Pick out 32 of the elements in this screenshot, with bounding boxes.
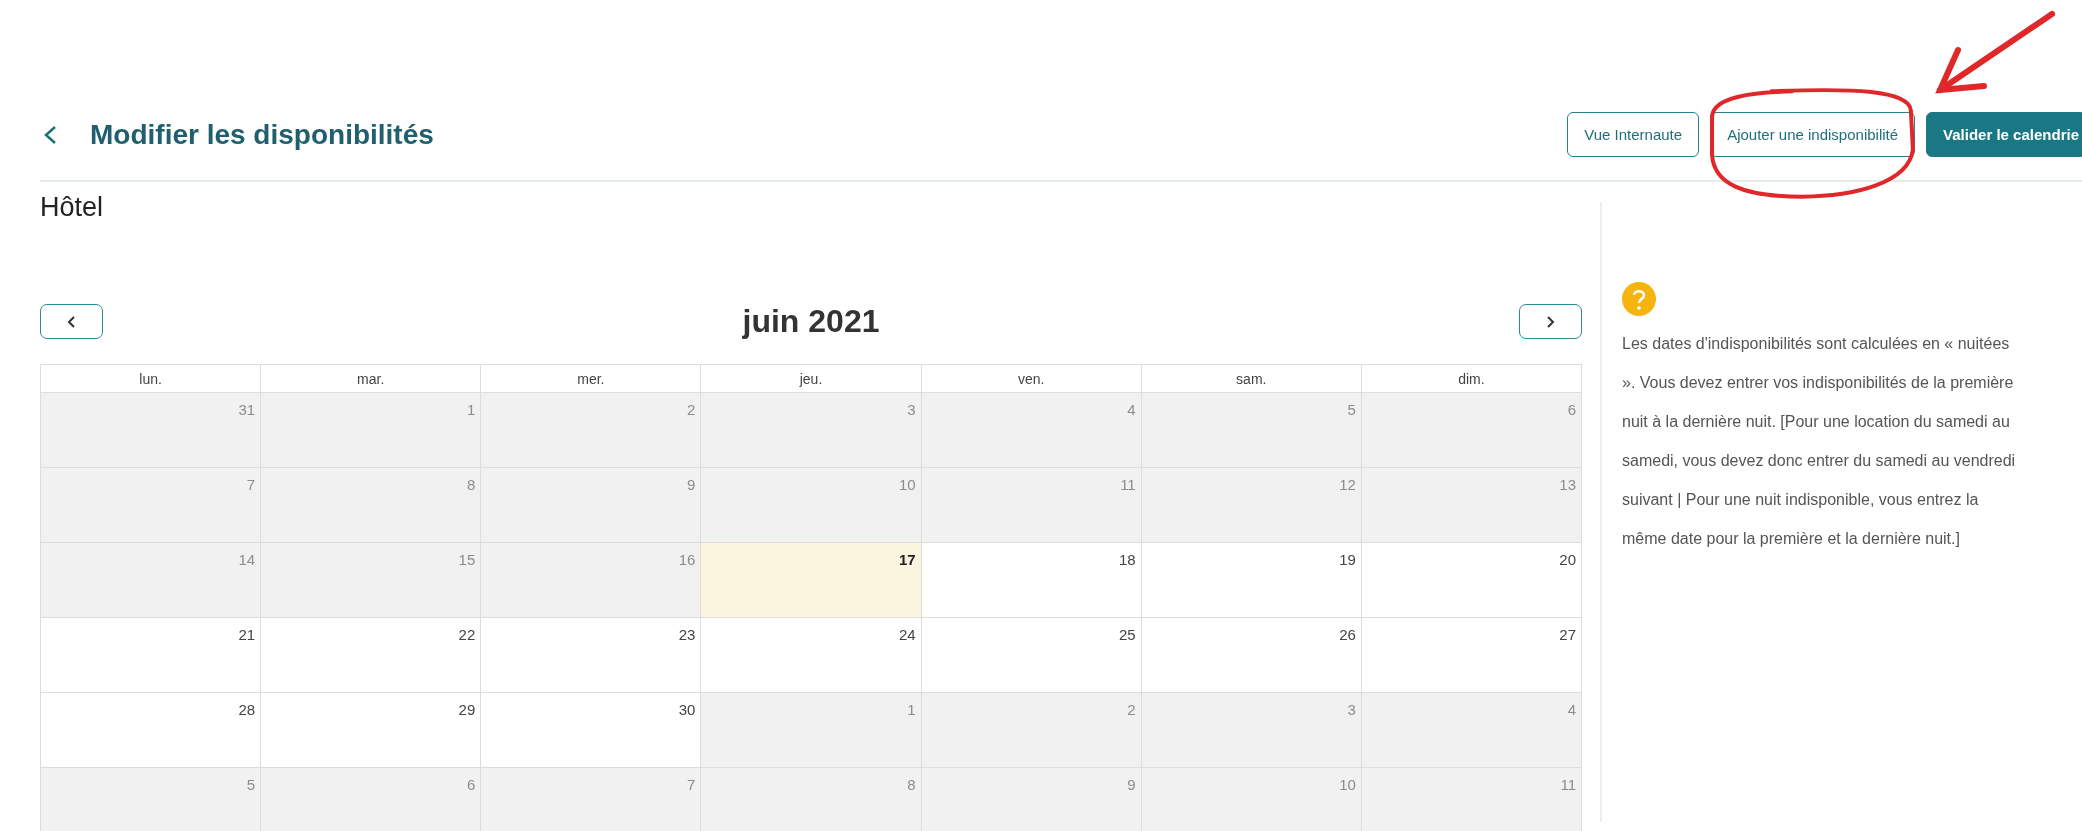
weekday-header: sam. [1141,364,1362,393]
calendar-day-cell[interactable]: 19 [1141,542,1362,618]
calendar-day-cell[interactable]: 21 [40,617,261,693]
weekday-header: dim. [1361,364,1582,393]
section-title: Hôtel [40,192,105,224]
calendar-day-cell[interactable]: 25 [921,617,1142,693]
weekday-header: mer. [480,364,701,393]
calendar-day-cell[interactable]: 24 [700,617,922,693]
calendar-day-cell[interactable]: 28 [40,692,261,768]
calendar-day-cell[interactable]: 26 [1141,617,1362,693]
header-button[interactable]: Vue Internaute [1567,112,1700,157]
weekday-header: mar. [260,364,481,393]
calendar-day-cell[interactable]: 29 [260,692,481,768]
weekday-header: lun. [40,364,261,393]
help-icon [1622,282,1656,316]
next-month-button[interactable] [1519,304,1582,339]
calendar-day-cell[interactable]: 22 [260,617,481,693]
calendar-day-cell[interactable]: 30 [480,692,701,768]
calendar-day-cell[interactable]: 27 [1361,617,1582,693]
calendar-day-cell[interactable]: 18 [921,542,1142,618]
chevron-left-icon [65,314,78,329]
month-title: juin 2021 [742,303,880,340]
weekday-header: ven. [921,364,1142,393]
chevron-right-icon [1544,314,1557,329]
help-text: Les dates d'indisponibilités sont calculées en « nuitées ». Vous devez entrer vos indisponibilités de la première nuit à la dernière nuit. [Pour une location du samedi au samedi, vous devez donc entrer du samedi au vendredi suivant | Pour une nuit indisponible, vous entrez la même date pour la première et la dernière nuit.] [1622,334,2017,549]
calendar-day-cell[interactable]: 23 [480,617,701,693]
weekday-header: jeu. [700,364,922,393]
validate-button[interactable]: Valider le calendrie [1926,112,2082,157]
previous-month-button[interactable] [40,304,103,339]
page-title: Modifier les disponibilités [90,118,435,151]
calendar-day-cell[interactable]: 20 [1361,542,1582,618]
calendar-day-cell[interactable]: 17 [700,542,922,618]
